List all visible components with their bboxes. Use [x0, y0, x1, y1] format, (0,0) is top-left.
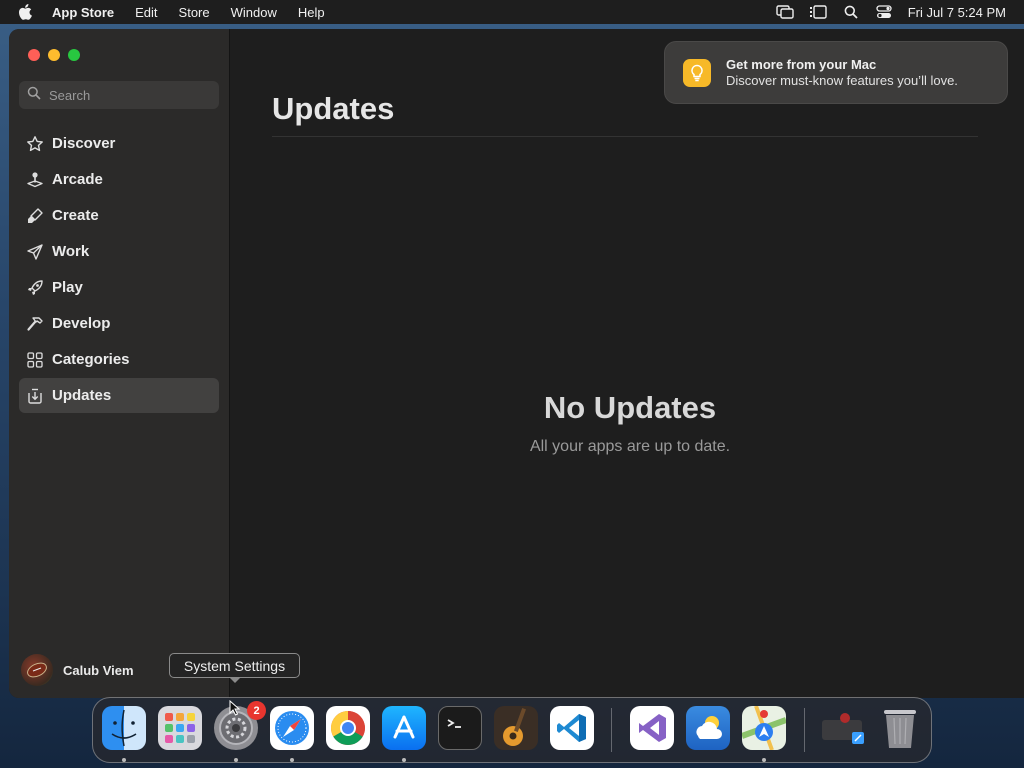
sidebar-nav: Discover Arcade Create Work Play Develop… — [19, 126, 219, 414]
search-input[interactable] — [49, 87, 209, 103]
search-box[interactable] — [19, 81, 219, 109]
sidebar-item-create[interactable]: Create — [19, 198, 219, 233]
mouse-cursor-icon — [229, 699, 241, 721]
grid-icon — [26, 351, 44, 369]
minimize-window-button[interactable] — [48, 49, 60, 61]
dock-launchpad-icon[interactable] — [158, 706, 202, 750]
dock-running-indicator — [402, 758, 406, 762]
dock: 2 — [92, 697, 932, 763]
dock-separator — [611, 708, 612, 752]
dock-running-indicator — [290, 758, 294, 762]
profile-name[interactable]: Calub Viem — [63, 663, 134, 678]
apple-menu-icon[interactable] — [18, 4, 38, 20]
star-icon — [26, 135, 44, 153]
sidebar-item-develop[interactable]: Develop — [19, 306, 219, 341]
dock-running-indicator — [234, 758, 238, 762]
dock-garageband-icon[interactable] — [494, 706, 538, 750]
menu-edit[interactable]: Edit — [135, 5, 157, 20]
sidebar-item-updates[interactable]: Updates — [19, 378, 219, 413]
sidebar-item-label: Updates — [52, 387, 112, 404]
dock-running-indicator — [762, 758, 766, 762]
rocket-icon — [26, 279, 44, 297]
notification-badge: 2 — [247, 701, 266, 720]
notification-title: Get more from your Mac — [726, 57, 877, 72]
brush-icon — [26, 207, 44, 225]
sidebar-item-work[interactable]: Work — [19, 234, 219, 269]
account-profile[interactable]: Calub Viem — [21, 654, 134, 686]
dock-app-store-icon[interactable] — [382, 706, 426, 750]
dock-screen-sharing-icon[interactable] — [820, 706, 864, 750]
dock-tooltip: System Settings — [169, 653, 300, 683]
sidebar-item-label: Categories — [52, 351, 130, 368]
empty-state-title: No Updates — [543, 390, 717, 425]
tips-notification[interactable]: Get more from your Mac Discover must-kno… — [664, 41, 1008, 104]
page-title: Updates — [272, 91, 395, 126]
notification-body: Discover must-know features you’ll love. — [726, 73, 958, 88]
sidebar-item-label: Develop — [52, 315, 111, 332]
spotlight-search-icon[interactable] — [841, 4, 861, 20]
stage-manager-icon[interactable] — [808, 4, 828, 20]
menu-store[interactable]: Store — [179, 5, 210, 20]
sidebar-item-categories[interactable]: Categories — [19, 342, 219, 377]
dock-weather-icon[interactable] — [686, 706, 730, 750]
menu-app-name[interactable]: App Store — [52, 5, 114, 20]
download-icon — [26, 387, 44, 405]
app-store-window: Discover Arcade Create Work — [9, 29, 1024, 698]
dock-separator — [804, 708, 805, 752]
sidebar-item-play[interactable]: Play — [19, 270, 219, 305]
avatar[interactable] — [21, 654, 53, 686]
dock-trash-icon[interactable] — [878, 706, 922, 750]
control-center-icon[interactable] — [874, 4, 894, 20]
sidebar-item-label: Play — [52, 279, 83, 296]
close-window-button[interactable] — [28, 49, 40, 61]
dock-running-indicator — [122, 758, 126, 762]
title-divider — [272, 136, 978, 137]
dock-maps-icon[interactable] — [742, 706, 786, 750]
menu-bar: App Store Edit Store Window Help Fri Jul… — [0, 0, 1024, 24]
window-controls — [28, 49, 80, 61]
dock-vscode-icon[interactable] — [550, 706, 594, 750]
screen-mirroring-icon[interactable] — [775, 4, 795, 20]
fullscreen-window-button[interactable] — [68, 49, 80, 61]
sidebar-item-label: Discover — [52, 135, 116, 152]
paper-plane-icon — [26, 243, 44, 261]
menu-window[interactable]: Window — [231, 5, 277, 20]
menu-help[interactable]: Help — [298, 5, 325, 20]
sidebar-item-arcade[interactable]: Arcade — [19, 162, 219, 197]
dock-safari-icon[interactable] — [270, 706, 314, 750]
joystick-icon — [26, 171, 44, 189]
sidebar-item-label: Arcade — [52, 171, 103, 188]
sidebar: Discover Arcade Create Work — [9, 29, 230, 698]
dock-terminal-icon[interactable] — [438, 706, 482, 750]
empty-state-subtitle: All your apps are up to date. — [529, 438, 731, 455]
menu-clock[interactable]: Fri Jul 7 5:24 PM — [908, 5, 1006, 20]
dock-chrome-icon[interactable] — [326, 706, 370, 750]
search-icon — [27, 86, 41, 105]
dock-visual-studio-icon[interactable] — [630, 706, 674, 750]
sidebar-item-label: Create — [52, 207, 99, 224]
tips-lightbulb-icon — [683, 58, 711, 87]
hammer-icon — [26, 315, 44, 333]
dock-finder-icon[interactable] — [102, 706, 146, 750]
sidebar-item-discover[interactable]: Discover — [19, 126, 219, 161]
main-content: Updates No Updates All your apps are up … — [230, 29, 1024, 698]
sidebar-item-label: Work — [52, 243, 90, 260]
